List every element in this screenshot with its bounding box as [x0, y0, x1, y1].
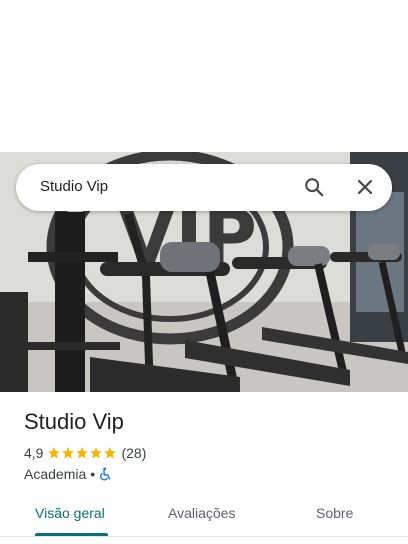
star-icon — [47, 446, 61, 460]
tabs-divider — [0, 536, 408, 537]
star-icon — [75, 446, 89, 460]
star-icon — [61, 446, 75, 460]
star-icon — [103, 446, 117, 460]
empty-top-area — [0, 0, 408, 152]
tab-overview[interactable]: Visão geral — [35, 505, 105, 521]
rating-stars — [47, 446, 117, 460]
separator-dot: • — [90, 466, 96, 482]
place-tabs: Visão geral Avaliações Sobre — [0, 493, 408, 537]
place-category: Academia — [24, 466, 87, 482]
tab-about[interactable]: Sobre — [316, 505, 353, 521]
search-query[interactable]: Studio Vip — [40, 178, 108, 195]
wheelchair-icon — [99, 467, 112, 481]
close-icon[interactable] — [355, 177, 375, 197]
review-count[interactable]: (28) — [121, 445, 146, 461]
rating-value: 4,9 — [24, 445, 44, 461]
search-icon[interactable] — [303, 176, 325, 198]
tab-reviews[interactable]: Avaliações — [168, 505, 235, 521]
category-row: Academia • — [24, 465, 112, 483]
place-title: Studio Vip — [24, 409, 124, 434]
rating-row: 4,9 (28) — [24, 444, 146, 462]
star-icon — [89, 446, 103, 460]
search-bar[interactable]: Studio Vip — [16, 164, 392, 211]
